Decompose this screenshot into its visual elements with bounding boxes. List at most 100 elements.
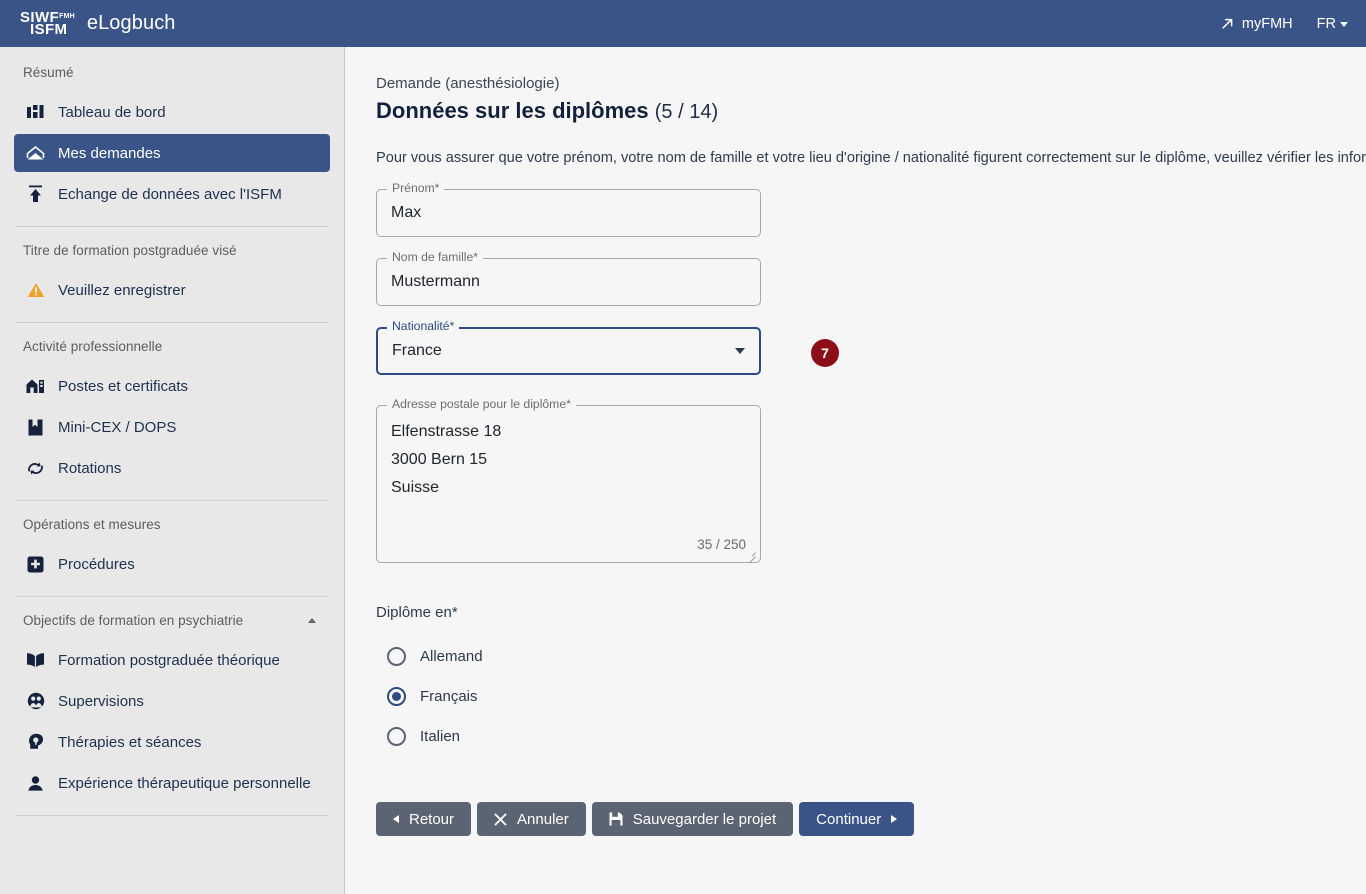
firstname-value: Max: [391, 204, 422, 221]
page-title: Données sur les diplômes (5 / 14): [376, 98, 1366, 124]
chevron-down-icon: [735, 348, 745, 354]
sidebar-item-supervisions[interactable]: Supervisions: [14, 682, 330, 720]
save-draft-button-label: Sauvegarder le projet: [632, 810, 777, 828]
language-selector[interactable]: FR: [1307, 8, 1354, 40]
external-link-arrow-icon: [1221, 17, 1234, 30]
diploma-language-radio-group: Diplôme en* Allemand Français Italien: [376, 604, 1366, 756]
sidebar-item-procedures[interactable]: Procédures: [14, 545, 330, 583]
building-icon: [26, 377, 45, 396]
app-title: eLogbuch: [86, 12, 176, 34]
continue-button[interactable]: Continuer: [799, 802, 915, 836]
back-button[interactable]: Retour: [376, 802, 472, 836]
person-icon: [26, 774, 45, 793]
sidebar-item-label: Supervisions: [58, 692, 144, 710]
medical-cross-icon: [26, 555, 45, 574]
form-action-buttons: Retour Annuler Sauvegarder le projet Con…: [376, 802, 1366, 836]
address-line: Elfenstrasse 18: [391, 423, 502, 440]
warning-icon: [26, 281, 45, 300]
address-textarea[interactable]: Elfenstrasse 18 3000 Bern 15 Suisse 35 /…: [376, 405, 761, 564]
sidebar-navigation: Résumé Tableau de bord Mes demandes Echa…: [0, 47, 345, 894]
address-field[interactable]: Adresse postale pour le diplôme* Elfenst…: [376, 397, 761, 564]
sidebar-item-rotations[interactable]: Rotations: [14, 449, 330, 487]
sidebar-section-operations-et-mesures: Opérations et mesures Procédures: [0, 509, 344, 583]
sidebar-item-experience-therapeutique-personnelle[interactable]: Expérience thérapeutique personnelle: [14, 764, 330, 802]
sidebar-item-therapies-et-seances[interactable]: Thérapies et séances: [14, 723, 330, 761]
sidebar-section-title: Activité professionnelle: [14, 331, 330, 364]
sidebar-section-title-collapsible[interactable]: Objectifs de formation en psychiatrie: [14, 605, 330, 638]
sidebar-item-label: Rotations: [58, 459, 122, 477]
sidebar-item-label: Expérience thérapeutique personnelle: [58, 774, 311, 792]
sidebar-divider: [16, 322, 328, 323]
sidebar-section-titre-formation: Titre de formation postgraduée visé Veui…: [0, 235, 344, 309]
address-line: Suisse: [391, 479, 440, 496]
sidebar-item-label: Mini-CEX / DOPS: [58, 418, 177, 436]
close-icon: [494, 813, 507, 826]
character-counter: 35 / 250: [697, 537, 746, 552]
resize-handle-icon[interactable]: [744, 546, 758, 564]
sidebar-item-veuillez-enregistrer[interactable]: Veuillez enregistrer: [14, 271, 330, 309]
sidebar-item-label: Thérapies et séances: [58, 733, 202, 751]
head-idea-icon: [26, 733, 45, 752]
radio-option-label: Italien: [420, 727, 461, 745]
radio-option-label: Allemand: [420, 647, 483, 665]
sidebar-item-tableau-de-bord[interactable]: Tableau de bord: [14, 93, 330, 131]
radio-option-italien[interactable]: Italien: [376, 716, 626, 756]
radio-option-label: Français: [420, 687, 478, 705]
sidebar-item-echange-de-donnees[interactable]: Echange de données avec l'ISFM: [14, 175, 330, 213]
myfmh-label: myFMH: [1241, 15, 1293, 32]
sidebar-item-formation-postgraduee-theorique[interactable]: Formation postgraduée théorique: [14, 641, 330, 679]
sidebar-item-postes-et-certificats[interactable]: Postes et certificats: [14, 367, 330, 405]
lastname-field[interactable]: Nom de famille* Mustermann: [376, 250, 761, 306]
intro-paragraph: Pour vous assurer que votre prénom, votr…: [376, 150, 1366, 166]
sidebar-item-mini-cex-dops[interactable]: Mini-CEX / DOPS: [14, 408, 330, 446]
nationality-select[interactable]: France: [376, 327, 761, 375]
myfmh-link[interactable]: myFMH: [1211, 8, 1303, 40]
sidebar-item-label: Veuillez enregistrer: [58, 281, 186, 299]
lastname-value: Mustermann: [391, 273, 480, 290]
firstname-input[interactable]: Max: [376, 189, 761, 237]
radio-option-francais[interactable]: Français: [376, 676, 626, 716]
page-title-text: Données sur les diplômes: [376, 98, 649, 123]
header-actions: myFMH FR: [1211, 8, 1366, 40]
breadcrumb: Demande (anesthésiologie): [376, 75, 560, 92]
sidebar-item-label: Tableau de bord: [58, 103, 166, 121]
nationality-field[interactable]: Nationalité* France 7: [376, 319, 839, 375]
cancel-button[interactable]: Annuler: [477, 802, 586, 836]
sidebar-section-title: Résumé: [14, 57, 330, 90]
chevron-left-icon: [393, 815, 399, 823]
nationality-value: France: [392, 342, 442, 359]
language-label: FR: [1316, 15, 1336, 32]
radio-circle-icon: [387, 646, 406, 666]
logo-line-1: SIWF: [20, 8, 60, 26]
save-draft-button[interactable]: Sauvegarder le projet: [591, 802, 794, 836]
brand-logo[interactable]: SIWFFMH ISFM eLogbuch: [0, 8, 176, 37]
sidebar-section-objectifs-psychiatrie: Objectifs de formation en psychiatrie Fo…: [0, 605, 344, 802]
step-badge: 7: [811, 339, 839, 367]
radio-circle-selected-icon: [387, 686, 406, 706]
sidebar-item-mes-demandes[interactable]: Mes demandes: [14, 134, 330, 172]
sidebar-divider: [16, 596, 328, 597]
radio-option-allemand[interactable]: Allemand: [376, 636, 626, 676]
chevron-down-icon: [1340, 22, 1348, 27]
address-line: 3000 Bern 15: [391, 451, 488, 468]
upload-icon: [26, 185, 45, 204]
rotate-icon: [26, 459, 45, 478]
back-button-label: Retour: [409, 810, 455, 828]
sidebar-item-label: Mes demandes: [58, 144, 161, 162]
sidebar-divider: [16, 500, 328, 501]
sidebar-section-title: Titre de formation postgraduée visé: [14, 235, 330, 268]
lastname-input[interactable]: Mustermann: [376, 258, 761, 306]
logo-superscript: FMH: [59, 12, 75, 20]
cancel-button-label: Annuler: [517, 810, 569, 828]
sidebar-section-label: Opérations et mesures: [23, 517, 161, 532]
sidebar-item-label: Postes et certificats: [58, 377, 189, 395]
radio-circle-icon: [387, 726, 406, 746]
top-header-bar: SIWFFMH ISFM eLogbuch myFMH FR: [0, 0, 1366, 47]
bookmark-icon: [26, 418, 45, 437]
sidebar-section-label: Résumé: [23, 65, 74, 80]
continue-button-label: Continuer: [816, 810, 882, 828]
firstname-field[interactable]: Prénom* Max: [376, 181, 761, 237]
dashboard-icon: [26, 103, 45, 122]
sidebar-item-label: Formation postgraduée théorique: [58, 651, 280, 669]
chevron-right-icon: [891, 815, 898, 823]
